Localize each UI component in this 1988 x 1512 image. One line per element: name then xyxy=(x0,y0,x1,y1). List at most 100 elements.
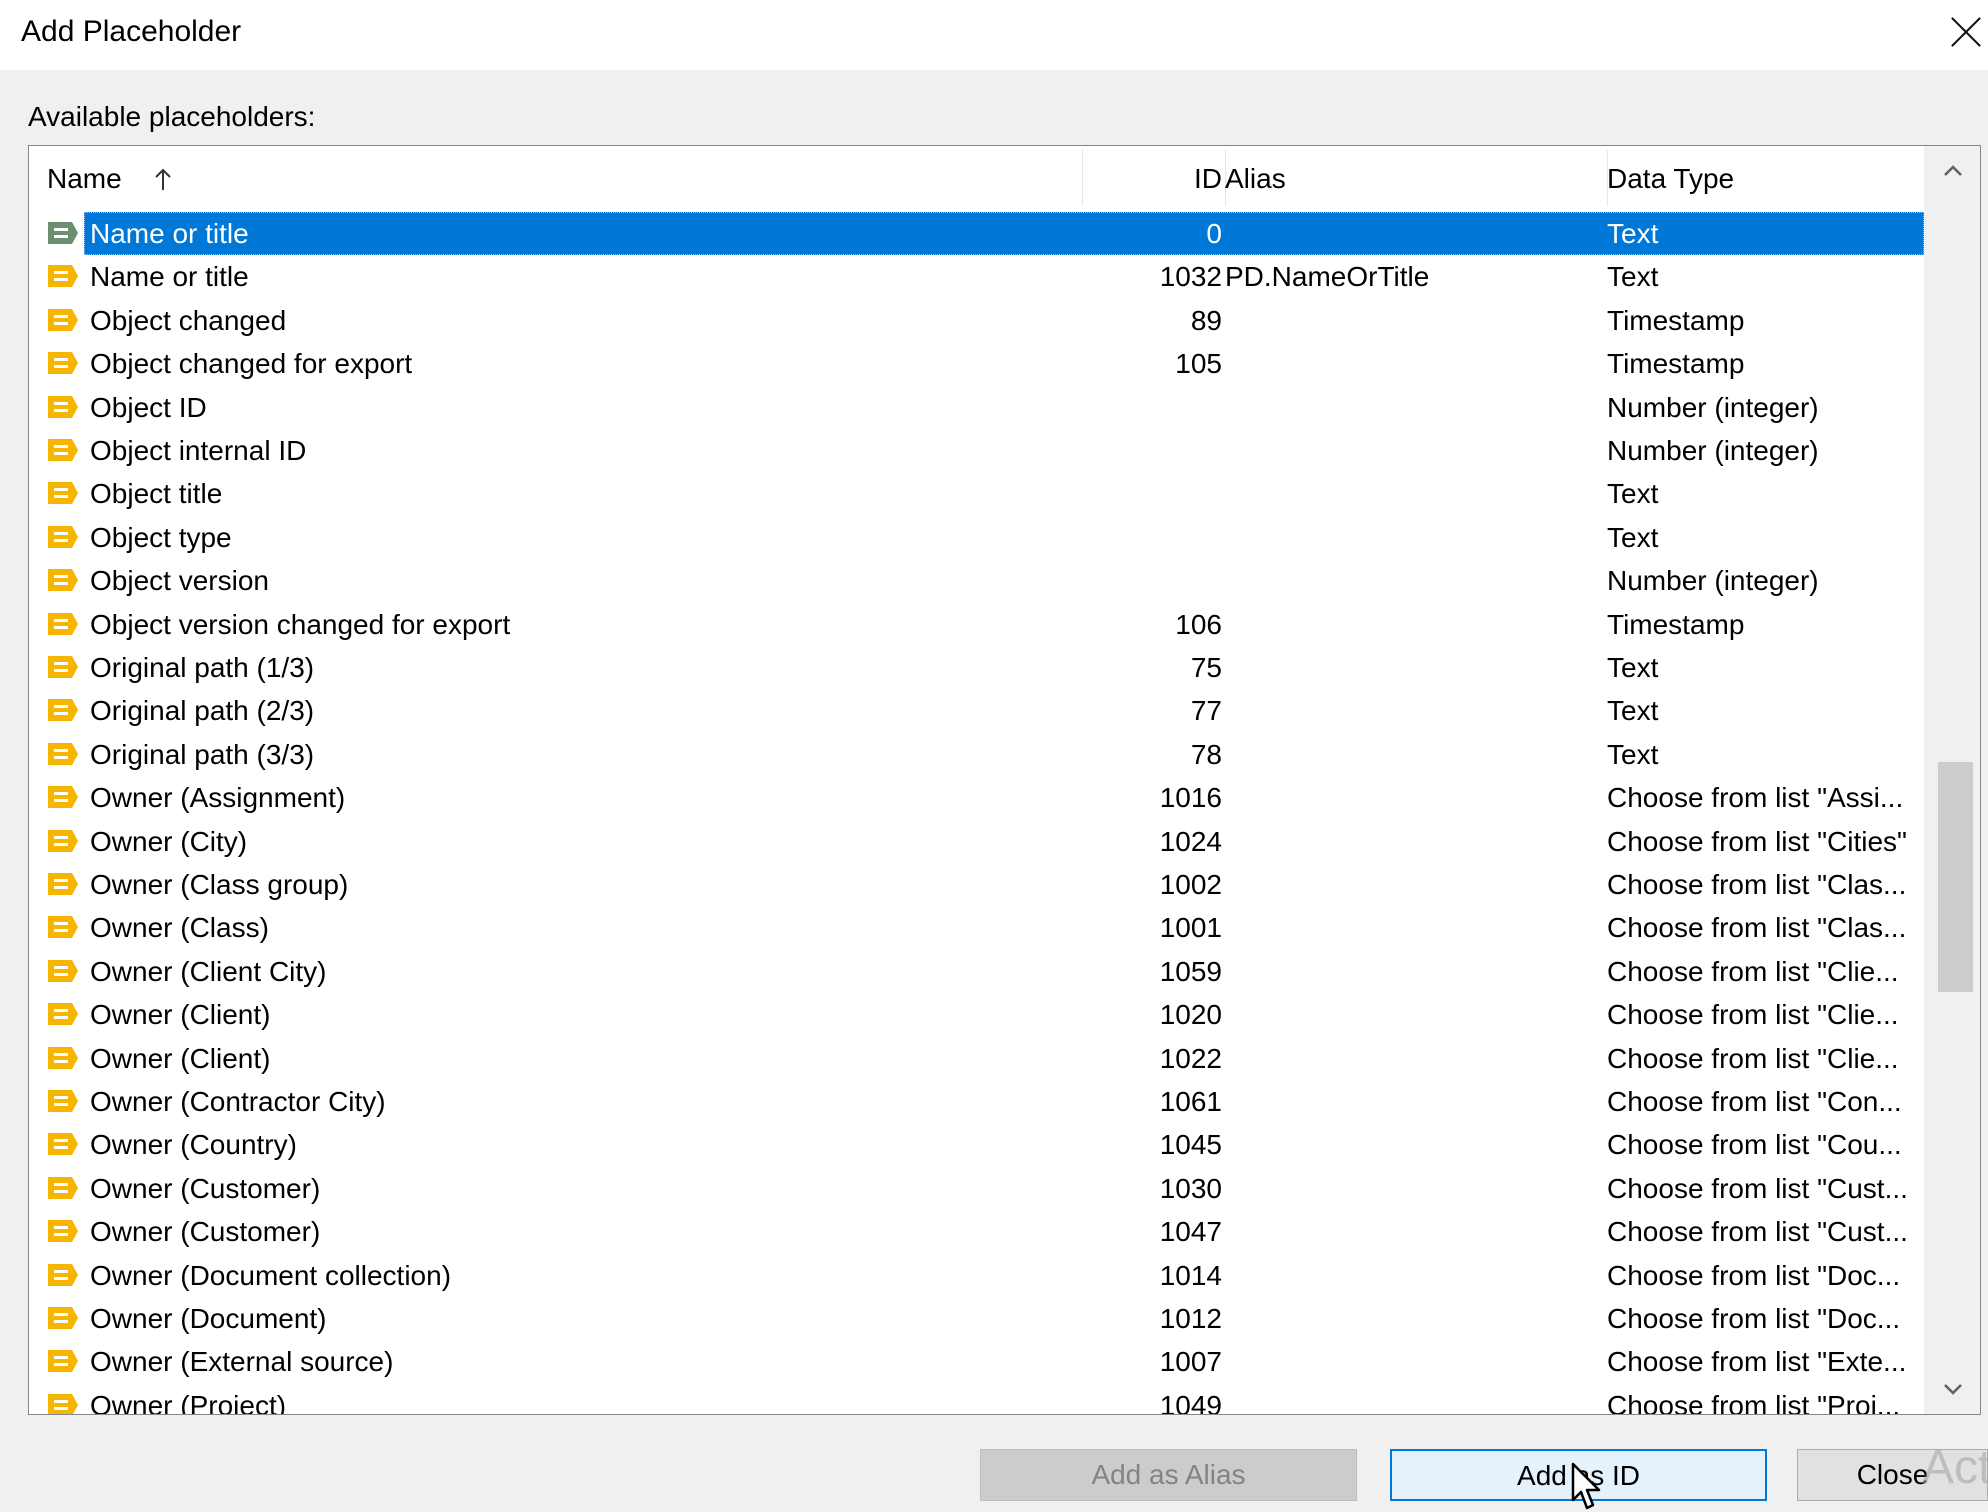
table-row[interactable]: Object changed 89 Timestamp xyxy=(29,299,1924,342)
cell-name: Object changed for export xyxy=(90,348,413,379)
placeholder-orange-icon xyxy=(48,1177,78,1199)
table-row[interactable]: Owner (Customer) 1030 Choose from list "Cu… xyxy=(29,1167,1924,1210)
cell-id: 1061 xyxy=(1159,1086,1222,1117)
table-row[interactable]: Object version changed for export 106 Time… xyxy=(29,603,1924,646)
column-header-id[interactable]: ID xyxy=(1112,146,1222,212)
cell-id: 1002 xyxy=(1159,869,1222,900)
placeholder-orange-icon xyxy=(48,830,78,852)
cell-data-type: Choose from list "Clie... xyxy=(1607,956,1899,987)
column-header-alias[interactable]: Alias xyxy=(1225,146,1286,212)
cell-name: Owner (Document collection) xyxy=(90,1260,452,1291)
cell-name: Object type xyxy=(90,522,232,553)
cell-alias: PD.NameOrTitle xyxy=(1225,261,1430,292)
table-row[interactable]: Owner (Document) 1012 Choose from list "Do… xyxy=(29,1297,1924,1340)
cell-data-type: Choose from list "Clas... xyxy=(1607,912,1907,943)
cell-id: 77 xyxy=(1190,695,1222,726)
placeholder-orange-icon xyxy=(48,699,78,721)
cell-data-type: Text xyxy=(1607,261,1659,292)
table-row[interactable]: Owner (Document collection) 1014 Choose fr… xyxy=(29,1254,1924,1297)
scrollbar-thumb[interactable] xyxy=(1938,762,1973,992)
placeholder-grey-icon xyxy=(48,222,78,244)
placeholders-list[interactable]: Name ID Alias Data Type Name or title 0 Te… xyxy=(28,145,1981,1415)
table-row[interactable]: Original path (2/3) 77 Text xyxy=(29,689,1924,732)
table-row[interactable]: Object internal ID Number (integer) xyxy=(29,429,1924,472)
cell-data-type: Text xyxy=(1607,218,1659,249)
table-row[interactable]: Object version Number (integer) xyxy=(29,559,1924,602)
table-row[interactable]: Owner (Client City) 1059 Choose from list … xyxy=(29,950,1924,993)
cell-data-type: Timestamp xyxy=(1607,348,1745,379)
cell-name: Object ID xyxy=(90,392,207,423)
cell-id: 89 xyxy=(1190,305,1222,336)
cell-data-type: Text xyxy=(1607,478,1659,509)
cell-id: 1045 xyxy=(1159,1129,1222,1160)
table-row[interactable]: Owner (Assignment) 1016 Choose from list "… xyxy=(29,776,1924,819)
cell-name: Owner (Country) xyxy=(90,1129,297,1160)
table-row[interactable]: Owner (Class) 1001 Choose from list "Clas.… xyxy=(29,906,1924,949)
table-row[interactable]: Owner (Project) 1049 Choose from list "Pro… xyxy=(29,1384,1924,1414)
cell-data-type: Text xyxy=(1607,695,1659,726)
window-title: Add Placeholder xyxy=(21,15,242,48)
cell-data-type: Choose from list "Cust... xyxy=(1607,1173,1908,1204)
cell-data-type: Choose from list "Clas... xyxy=(1607,869,1907,900)
cell-data-type: Text xyxy=(1607,652,1659,683)
cell-id: 1022 xyxy=(1159,1043,1222,1074)
column-header-name[interactable]: Name xyxy=(47,146,122,212)
cell-name: Object changed xyxy=(90,305,287,336)
placeholder-orange-icon xyxy=(48,1133,78,1155)
table-row[interactable]: Owner (Country) 1045 Choose from list "Cou… xyxy=(29,1123,1924,1166)
table-row[interactable]: Object type Text xyxy=(29,516,1924,559)
cell-data-type: Timestamp xyxy=(1607,305,1745,336)
column-header-data-type[interactable]: Data Type xyxy=(1607,146,1734,212)
cell-name: Object version xyxy=(90,565,269,596)
table-row[interactable]: Object title Text xyxy=(29,472,1924,515)
placeholder-orange-icon xyxy=(48,786,78,808)
placeholder-orange-icon xyxy=(48,960,78,982)
table-row[interactable]: Name or title 1032 PD.NameOrTitle Text xyxy=(29,255,1924,298)
table-row[interactable]: Owner (Class group) 1002 Choose from list … xyxy=(29,863,1924,906)
column-separator[interactable] xyxy=(1082,150,1083,206)
table-row[interactable]: Owner (Customer) 1047 Choose from list "Cu… xyxy=(29,1210,1924,1253)
title-bar: Add Placeholder xyxy=(0,0,1988,70)
cell-id: 75 xyxy=(1190,652,1222,683)
placeholder-orange-icon xyxy=(48,309,78,331)
cell-id: 1047 xyxy=(1159,1216,1222,1247)
cell-id: 105 xyxy=(1175,348,1222,379)
scroll-down-icon[interactable] xyxy=(1924,1364,1980,1414)
close-window-icon[interactable] xyxy=(1944,10,1988,54)
vertical-scrollbar[interactable] xyxy=(1924,146,1980,1414)
add-as-alias-button[interactable]: Add as Alias xyxy=(980,1449,1357,1501)
table-row[interactable]: Original path (1/3) 75 Text xyxy=(29,646,1924,689)
table-row[interactable]: Owner (External source) 1007 Choose from l… xyxy=(29,1340,1924,1383)
table-row[interactable]: Object ID Number (integer) xyxy=(29,386,1924,429)
table-row-selected[interactable]: Name or title 0 Text xyxy=(29,212,1924,255)
cell-name: Name or title xyxy=(90,261,249,292)
activation-watermark: Acti xyxy=(1922,1441,1988,1494)
cell-data-type: Choose from list "Exte... xyxy=(1607,1346,1907,1377)
cell-data-type: Choose from list "Assi... xyxy=(1607,782,1904,813)
cell-data-type: Choose from list "Clie... xyxy=(1607,999,1899,1030)
scroll-up-icon[interactable] xyxy=(1924,146,1980,196)
table-row[interactable]: Owner (City) 1024 Choose from list "Cities… xyxy=(29,820,1924,863)
table-row[interactable]: Original path (3/3) 78 Text xyxy=(29,733,1924,776)
table-row[interactable]: Object changed for export 105 Timestamp xyxy=(29,342,1924,385)
placeholder-orange-icon xyxy=(48,439,78,461)
cell-name: Owner (Customer) xyxy=(90,1173,321,1204)
cell-id: 78 xyxy=(1190,739,1222,770)
cell-name: Owner (Assignment) xyxy=(90,782,346,813)
placeholder-orange-icon xyxy=(48,916,78,938)
mouse-cursor-icon xyxy=(1571,1462,1601,1510)
cell-id: 1030 xyxy=(1159,1173,1222,1204)
column-header-alias-text: Alias xyxy=(1225,163,1286,194)
cell-name: Original path (3/3) xyxy=(90,739,315,770)
table-row[interactable]: Owner (Client) 1020 Choose from list "Clie… xyxy=(29,993,1924,1036)
cell-name: Owner (Client) xyxy=(90,1043,271,1074)
table-row[interactable]: Owner (Contractor City) 1061 Choose from l… xyxy=(29,1080,1924,1123)
cell-id: 1032 xyxy=(1159,261,1222,292)
cell-id: 0 xyxy=(1206,218,1222,249)
cell-name: Object version changed for export xyxy=(90,609,511,640)
cell-id: 106 xyxy=(1175,609,1222,640)
cell-data-type: Choose from list "Cou... xyxy=(1607,1129,1902,1160)
cell-name: Owner (Class group) xyxy=(90,869,349,900)
table-row[interactable]: Owner (Client) 1022 Choose from list "Clie… xyxy=(29,1037,1924,1080)
cell-name: Owner (Customer) xyxy=(90,1216,321,1247)
